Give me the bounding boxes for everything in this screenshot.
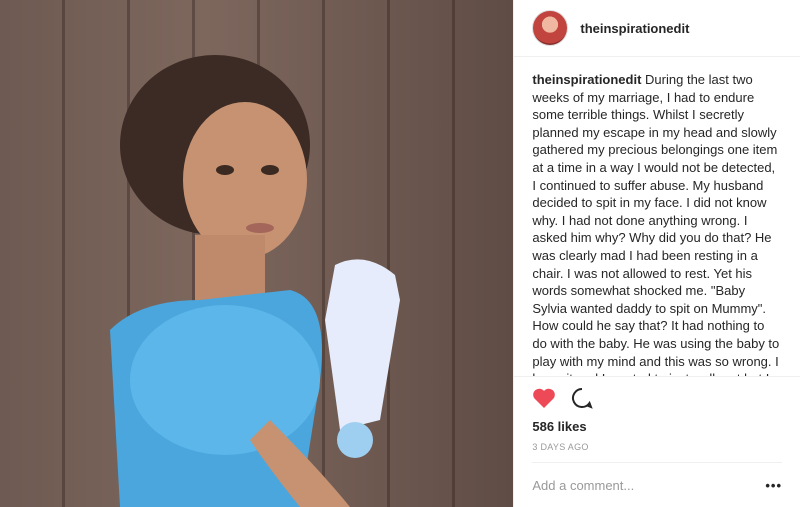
post-header: theinspirationedit [514, 0, 800, 57]
comment-bar: Add a comment... ••• [514, 463, 800, 507]
heart-icon[interactable] [532, 387, 556, 414]
dress-sleeve [130, 305, 320, 455]
avatar[interactable] [532, 10, 569, 46]
post-photo[interactable] [0, 0, 514, 507]
lips-shape [246, 223, 274, 233]
eye-left [216, 165, 234, 175]
more-options-icon[interactable]: ••• [765, 478, 782, 493]
face-shape [183, 102, 307, 258]
glove-shape [325, 259, 400, 430]
eye-right [261, 165, 279, 175]
photo-illustration [110, 55, 400, 507]
instagram-post: theinspirationedit theinspirationedit Du… [0, 0, 800, 507]
post-timestamp: 3 DAYS AGO [532, 442, 782, 463]
likes-count[interactable]: 586 likes [532, 419, 782, 434]
comment-icon[interactable] [570, 386, 594, 415]
action-icons [532, 385, 782, 415]
post-sidebar: theinspirationedit theinspirationedit Du… [513, 0, 800, 507]
post-actions: 586 likes 3 DAYS AGO [514, 376, 800, 463]
comment-input[interactable]: Add a comment... [532, 478, 634, 493]
header-username[interactable]: theinspirationedit [580, 21, 689, 36]
glove-bow [337, 422, 373, 458]
post-caption: theinspirationedit During the last two w… [514, 57, 800, 376]
caption-username[interactable]: theinspirationedit [532, 72, 641, 87]
caption-text: During the last two weeks of my marriage… [532, 72, 780, 376]
